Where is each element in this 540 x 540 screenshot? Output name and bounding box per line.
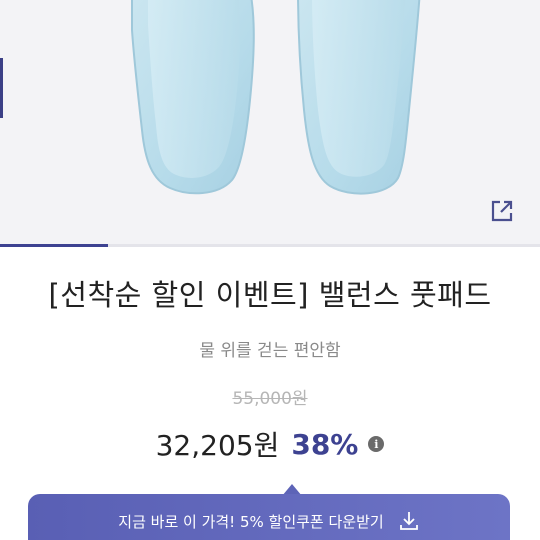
info-icon[interactable]: i <box>368 436 385 452</box>
download-icon <box>398 510 420 532</box>
original-price: 55,000원 <box>232 389 308 409</box>
product-subtitle: 물 위를 걷는 편안함 <box>199 341 341 361</box>
external-link-icon <box>491 200 513 222</box>
coupon-label: 지금 바로 이 가격! 5% 할인쿠폰 다운받기 <box>118 512 384 531</box>
gallery-progress-bar <box>0 244 540 247</box>
gallery-progress-fill <box>0 244 108 247</box>
coupon-banner: 지금 바로 이 가격! 5% 할인쿠폰 다운받기 <box>28 478 510 540</box>
left-foot-pad <box>131 0 255 195</box>
foot-pads-illustration <box>131 0 421 195</box>
discount-rate: 38% <box>291 427 359 461</box>
share-button[interactable] <box>487 196 517 226</box>
price-row: 32,205원 38% i <box>0 424 540 464</box>
coupon-download-button[interactable]: 지금 바로 이 가격! 5% 할인쿠폰 다운받기 <box>28 494 510 540</box>
right-foot-pad <box>297 0 421 195</box>
product-title: [선착순 할인 이벤트] 밸런스 풋패드 <box>48 278 492 312</box>
sale-price: 32,205원 <box>155 429 280 462</box>
product-image[interactable] <box>0 0 540 246</box>
